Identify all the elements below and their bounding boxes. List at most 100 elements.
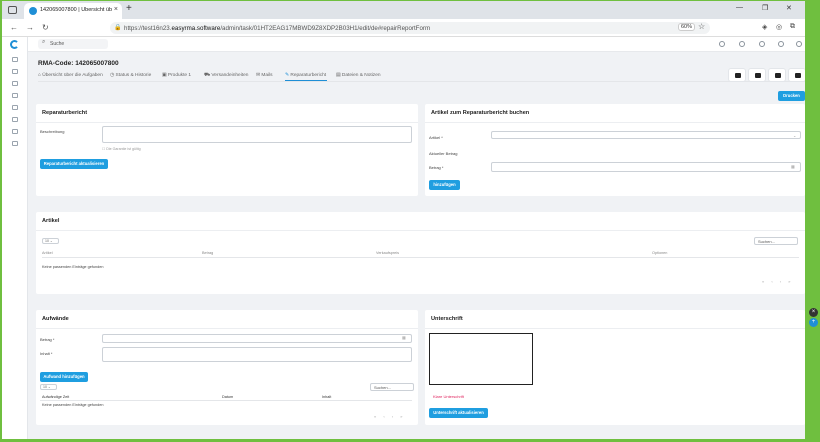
tab-status-history[interactable]: ◷ Status & Historie <box>110 73 151 78</box>
update-repair-report-button[interactable]: Reparaturbericht aktualisieren <box>40 159 108 169</box>
link-icon <box>775 73 781 78</box>
table-header-divider <box>42 257 799 258</box>
browser-tab[interactable]: 142065007800 | Übersicht über... × <box>24 3 122 19</box>
back-icon[interactable]: ← <box>10 23 18 32</box>
folder-action-button[interactable] <box>788 68 805 82</box>
pagination[interactable]: « ‹ › » <box>762 279 793 284</box>
shield-icon[interactable]: ◈ <box>762 23 767 31</box>
column-header-article[interactable]: Artikel <box>42 251 53 255</box>
current-amount-label: Aktueller Betrag <box>429 151 458 156</box>
expense-content-label: Inhalt * <box>40 351 53 356</box>
tools-icon[interactable] <box>739 41 745 47</box>
add-floating-icon[interactable]: + <box>809 318 818 327</box>
print-button[interactable]: Drucken <box>778 91 805 101</box>
tab-shipping-units[interactable]: ⛟ Versandeinheiten <box>204 73 248 79</box>
signature-card: Unterschrift Klare Unterschrift Untersch… <box>425 310 805 425</box>
location-action-button[interactable] <box>748 68 766 82</box>
list-icon <box>735 73 741 78</box>
update-signature-button[interactable]: Unterschrift aktualisieren <box>429 408 488 418</box>
lock-icon: 🔒 <box>114 25 122 31</box>
app-top-bar: ⌕ Suche <box>28 37 805 52</box>
card-divider <box>36 230 805 231</box>
chevron-down-icon: ⌄ <box>793 133 797 138</box>
add-article-button[interactable]: hinzufügen <box>429 180 460 190</box>
book-article-card: Artikel zum Reparaturbericht buchen Arti… <box>425 104 805 196</box>
repair-report-title: Reparaturbericht <box>42 110 88 116</box>
signature-pad[interactable] <box>429 333 533 385</box>
card-divider <box>425 122 805 123</box>
tab-close-icon[interactable]: × <box>114 6 118 13</box>
tab-repair-report[interactable]: ✎ Reparaturbericht <box>285 73 326 78</box>
search-placeholder: Suche <box>50 41 65 47</box>
nav-mail-icon[interactable] <box>12 141 18 146</box>
account-icon[interactable]: ◎ <box>776 23 782 31</box>
app-logo-icon[interactable] <box>10 40 19 49</box>
reload-icon[interactable]: ↻ <box>42 23 49 32</box>
url-text: https://test16n23.easyrma.software/admin… <box>124 24 431 32</box>
apps-icon[interactable] <box>759 41 765 47</box>
window-minimize-button[interactable]: — <box>736 4 743 11</box>
nav-list-icon[interactable] <box>12 81 18 86</box>
new-tab-button[interactable]: + <box>126 3 132 14</box>
articles-title: Artikel <box>42 218 60 224</box>
tab-overview[interactable]: ⌂ Übersicht über die Aufgaben <box>38 73 103 78</box>
expenses-title: Aufwände <box>42 316 69 322</box>
theme-icon[interactable] <box>778 41 784 47</box>
extensions-icon[interactable]: ⧉ <box>790 23 795 31</box>
notifications-icon[interactable] <box>719 41 725 47</box>
search-input[interactable]: ⌕ Suche <box>38 39 108 49</box>
nav-tasks-icon[interactable] <box>12 69 18 74</box>
tab-files-notes[interactable]: ▤ Dateien & Notizen <box>336 73 381 78</box>
window-maximize-button[interactable]: ❐ <box>762 4 768 12</box>
link-action-button[interactable] <box>768 68 786 82</box>
expense-content-textarea[interactable] <box>102 347 412 362</box>
tab-title: 142065007800 | Übersicht über... <box>40 7 112 13</box>
column-header-date[interactable]: Datum <box>222 395 233 399</box>
tabs-divider <box>38 81 805 82</box>
tab-products[interactable]: ▣ Produkte 1 <box>162 73 191 78</box>
warranty-hint: Die Garantie ist gültig <box>106 147 141 151</box>
column-header-options[interactable]: Optionen <box>652 251 667 255</box>
address-bar-row: ← → ↻ 🔒 https://test16n23.easyrma.softwa… <box>2 19 805 37</box>
url-field[interactable]: 🔒 https://test16n23.easyrma.software/adm… <box>110 22 710 34</box>
amount-input[interactable] <box>491 162 801 172</box>
expenses-page-length-select[interactable]: 10 ⌄ <box>40 384 57 390</box>
user-avatar-icon[interactable] <box>796 41 802 47</box>
nav-dashboard-icon[interactable] <box>12 57 18 62</box>
forward-icon[interactable]: → <box>26 23 34 32</box>
window-close-button[interactable]: ✕ <box>786 4 792 12</box>
menu-action-button[interactable] <box>728 68 746 82</box>
zoom-indicator[interactable]: 60% <box>678 23 696 31</box>
tab-actions-icon[interactable] <box>8 6 17 14</box>
tab-mails[interactable]: ✉ Mails <box>256 73 273 78</box>
nav-users-icon[interactable] <box>12 93 18 98</box>
bookmark-star-icon[interactable]: ☆ <box>698 22 705 31</box>
expenses-pagination[interactable]: « ‹ › » <box>374 414 405 419</box>
browser-window: 142065007800 | Übersicht über... × + — ❐… <box>2 1 805 439</box>
description-textarea[interactable] <box>102 126 412 143</box>
expense-amount-label: Betrag * <box>40 337 55 342</box>
article-label: Artikel * <box>429 135 443 140</box>
nav-reports-icon[interactable] <box>12 117 18 122</box>
clear-signature-link[interactable]: Klare Unterschrift <box>433 394 464 399</box>
column-header-content[interactable]: Inhalt <box>322 395 331 399</box>
column-header-amount[interactable]: Betrag <box>202 251 213 255</box>
favicon-icon <box>29 7 37 15</box>
page-length-select[interactable]: 10 ⌄ <box>42 238 59 244</box>
calculator-icon: ▦ <box>402 335 406 340</box>
signature-title: Unterschrift <box>431 316 463 322</box>
repair-report-card: Reparaturbericht Beschreibung ☐ Die Gara… <box>36 104 418 196</box>
articles-search-input[interactable]: Suchen... <box>754 237 798 245</box>
calculator-icon: ▦ <box>791 164 795 169</box>
nav-settings-icon[interactable] <box>12 129 18 134</box>
tab-strip: 142065007800 | Übersicht über... × + — ❐… <box>2 1 805 19</box>
expenses-search-input[interactable]: Suchen... <box>370 383 414 391</box>
column-header-time[interactable]: Aufwändige Zeit <box>42 395 69 399</box>
close-floating-icon[interactable]: × <box>809 308 818 317</box>
article-select[interactable] <box>491 131 801 139</box>
warranty-checkbox[interactable]: ☐ Die Garantie ist gültig <box>102 147 141 151</box>
nav-print-icon[interactable] <box>12 105 18 110</box>
column-header-sale-price[interactable]: Verkaufspreis <box>376 251 399 255</box>
expense-amount-input[interactable] <box>102 334 412 343</box>
add-expense-button[interactable]: Aufwand hinzufügen <box>40 372 88 382</box>
